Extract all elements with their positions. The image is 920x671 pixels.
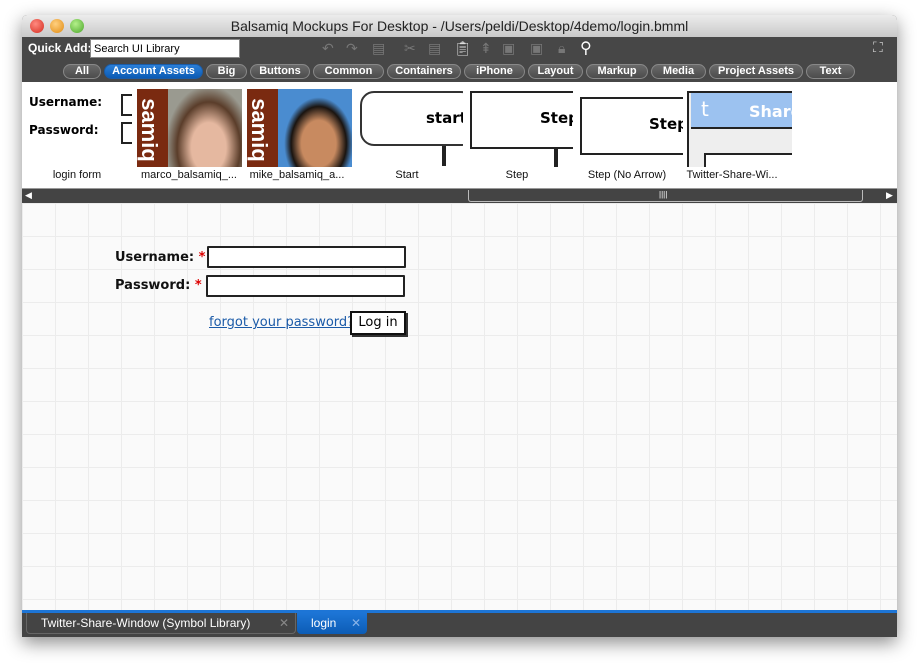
search-icon[interactable]: ⚲ <box>580 38 592 58</box>
library-item-marco-avatar[interactable]: samiq <box>137 89 242 167</box>
title-bar: Balsamiq Mockups For Desktop - /Users/pe… <box>22 15 897 37</box>
password-label: Password: * <box>115 278 202 293</box>
library-horizontal-scrollbar[interactable]: ◀ |||| ▶ <box>22 188 897 203</box>
close-tab-icon[interactable]: ✕ <box>351 613 361 633</box>
twitter-icon: t <box>701 97 709 121</box>
close-tab-icon[interactable]: ✕ <box>279 613 289 633</box>
app-window: Balsamiq Mockups For Desktop - /Users/pe… <box>22 15 897 637</box>
filter-text[interactable]: Text <box>806 64 855 79</box>
window-title: Balsamiq Mockups For Desktop - /Users/pe… <box>230 18 689 34</box>
mockup-canvas[interactable]: Username: * Password: * forgot your pass… <box>22 203 897 610</box>
filter-media[interactable]: Media <box>651 64 706 79</box>
close-window-button[interactable] <box>30 19 44 33</box>
filter-buttons[interactable]: Buttons <box>250 64 310 79</box>
tab-login[interactable]: login ✕ <box>297 613 367 634</box>
library-item-label: Twitter-Share-Wi... <box>686 169 778 181</box>
scroll-right-icon[interactable]: ▶ <box>886 190 893 201</box>
login-button[interactable]: Log in <box>350 311 406 335</box>
quick-add-search-input[interactable] <box>90 39 240 58</box>
minimize-window-button[interactable] <box>50 19 64 33</box>
library-item-label: Start <box>395 169 419 181</box>
zoom-window-button[interactable] <box>70 19 84 33</box>
lock-icon[interactable]: 🔒︎ <box>558 40 565 57</box>
library-filter-bar: All Account Assets Big Buttons Common Co… <box>22 60 897 82</box>
library-item-login-form[interactable]: Username: Password: <box>22 89 132 167</box>
library-item-label: marco_balsamiq_... <box>141 169 237 181</box>
filter-common[interactable]: Common <box>313 64 384 79</box>
filter-iphone[interactable]: iPhone <box>464 64 525 79</box>
document-tabs: Twitter-Share-Window (Symbol Library) ✕ … <box>22 610 897 637</box>
library-item-label: Step (No Arrow) <box>587 169 667 181</box>
forgot-password-link[interactable]: forgot your password? <box>209 315 354 330</box>
username-label: Username: * <box>115 250 206 265</box>
filter-account-assets[interactable]: Account Assets <box>104 64 203 79</box>
library-item-step-no-arrow[interactable]: Step <box>578 89 683 167</box>
library-item-step[interactable]: Step <box>468 89 573 167</box>
filter-containers[interactable]: Containers <box>387 64 461 79</box>
send-backward-icon[interactable]: ▣ <box>530 40 543 57</box>
mike-photo <box>278 89 352 167</box>
filter-project-assets[interactable]: Project Assets <box>709 64 803 79</box>
filter-all[interactable]: All <box>63 64 101 79</box>
library-item-mike-avatar[interactable]: samiq <box>247 89 352 167</box>
duplicate-icon[interactable]: ▤ <box>372 40 385 57</box>
cut-icon[interactable]: ✂ <box>404 40 416 57</box>
filter-layout[interactable]: Layout <box>528 64 583 79</box>
group-icon[interactable]: ⇞ <box>480 40 492 57</box>
undo-icon[interactable]: ↶ <box>322 40 334 57</box>
scroll-left-icon[interactable]: ◀ <box>25 190 32 201</box>
marco-photo <box>168 89 242 167</box>
paste-icon[interactable]: 📋︎ <box>454 40 472 57</box>
copy-icon[interactable]: ▤ <box>428 40 441 57</box>
password-field[interactable] <box>206 275 405 297</box>
library-item-twitter-share-window[interactable]: t Share <box>687 89 792 167</box>
quick-add-label: Quick Add: <box>28 41 92 55</box>
tab-twitter-share-window[interactable]: Twitter-Share-Window (Symbol Library) ✕ <box>26 613 296 634</box>
scrollbar-thumb[interactable]: |||| <box>468 190 863 202</box>
library-item-start[interactable]: start <box>358 89 463 167</box>
toolbar: Quick Add: ↶ ↷ ▤ ✂ ▤ 📋︎ ⇞ ▣ ▣ 🔒︎ ⚲ ⛶ <box>22 37 897 60</box>
redo-icon[interactable]: ↷ <box>346 40 358 57</box>
library-item-label: Step <box>505 169 529 181</box>
bring-forward-icon[interactable]: ▣ <box>502 40 515 57</box>
filter-big[interactable]: Big <box>206 64 247 79</box>
ui-library-strip: Username: Password: samiq samiq start St… <box>22 82 897 188</box>
library-item-label: login form <box>52 169 102 181</box>
username-field[interactable] <box>207 246 406 268</box>
filter-markup[interactable]: Markup <box>586 64 648 79</box>
fullscreen-icon[interactable]: ⛶ <box>873 39 883 56</box>
library-item-label: mike_balsamiq_a... <box>249 169 345 181</box>
